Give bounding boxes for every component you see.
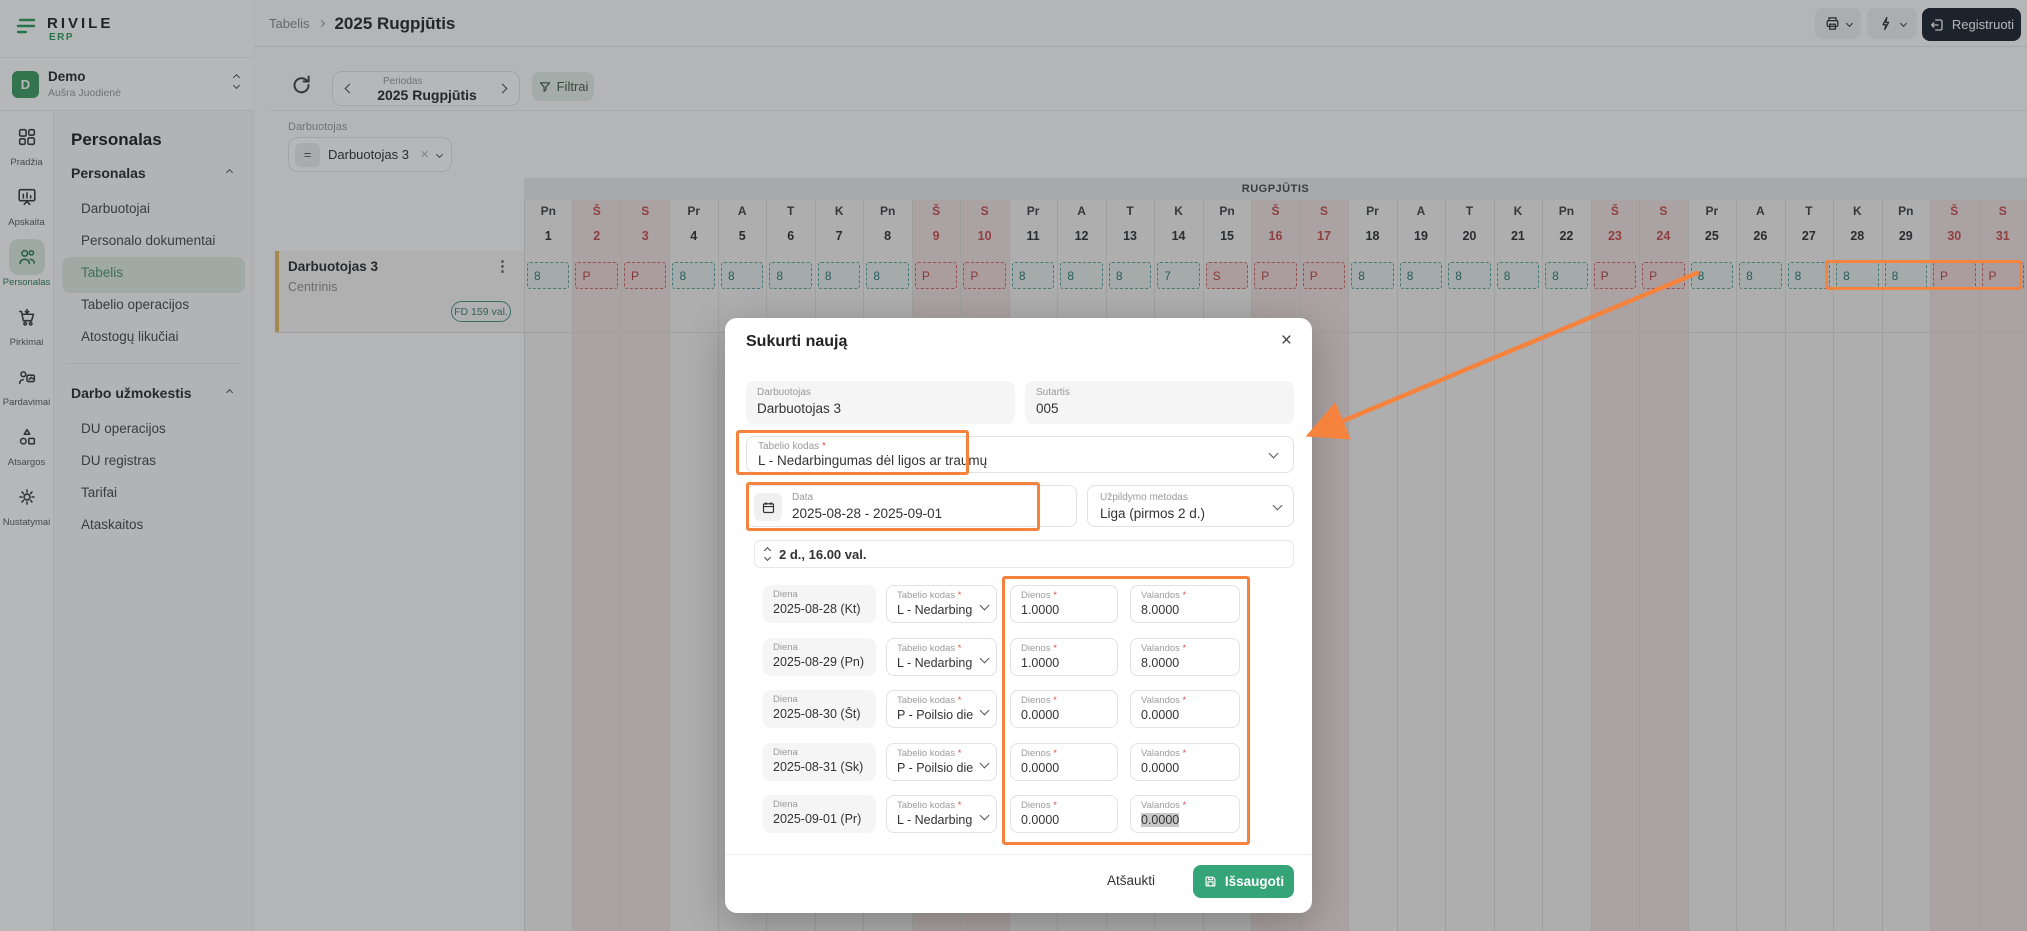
- close-icon[interactable]: ×: [1281, 330, 1292, 352]
- row3-valandos-field[interactable]: Valandos * 0.0000: [1130, 690, 1240, 728]
- field-value: L - Nedarbing: [897, 813, 972, 827]
- field-label: Diena: [773, 799, 798, 810]
- date-field-label: Data: [792, 492, 813, 503]
- field-value: 2025-08-31 (Sk): [773, 760, 863, 774]
- field-label: Dienos *: [1021, 643, 1057, 654]
- row4-kodas-field[interactable]: Tabelio kodas * P - Poilsio die: [886, 743, 997, 781]
- save-button[interactable]: Išsaugoti: [1193, 865, 1294, 898]
- field-label: Valandos *: [1141, 590, 1186, 601]
- field-label: Tabelio kodas *: [897, 748, 961, 759]
- save-label: Išsaugoti: [1225, 874, 1284, 889]
- field-label: Dienos *: [1021, 748, 1057, 759]
- contract-field-label: Sutartis: [1036, 387, 1070, 398]
- row2-diena-field: Diena 2025-08-29 (Pn): [763, 638, 876, 676]
- field-value: 8.0000: [1141, 656, 1179, 670]
- divider: [725, 854, 1312, 855]
- code-dropdown-icon[interactable]: [1269, 449, 1279, 459]
- row2-kodas-field[interactable]: Tabelio kodas * L - Nedarbing: [886, 638, 997, 676]
- employee-field-value: Darbuotojas 3: [757, 401, 841, 416]
- field-label: Dienos *: [1021, 695, 1057, 706]
- field-value: 0.0000: [1141, 708, 1179, 722]
- field-label: Dienos *: [1021, 800, 1057, 811]
- calendar-icon[interactable]: [754, 493, 782, 521]
- contract-field: Sutartis 005: [1025, 381, 1294, 424]
- row2-dienos-field[interactable]: Dienos * 1.0000: [1010, 638, 1118, 676]
- summary-bar: 2 d., 16.00 val.: [754, 540, 1294, 568]
- row3-diena-field: Diena 2025-08-30 (Št): [763, 690, 876, 728]
- date-field-value: 2025-08-28 - 2025-09-01: [792, 506, 942, 521]
- field-label: Tabelio kodas *: [897, 643, 961, 654]
- row4-dienos-field[interactable]: Dienos * 0.0000: [1010, 743, 1118, 781]
- app-root: RIVILE ERP D Demo Aušra Juodienė Pradžia…: [0, 0, 2027, 931]
- row3-dienos-field[interactable]: Dienos * 0.0000: [1010, 690, 1118, 728]
- row4-diena-field: Diena 2025-08-31 (Sk): [763, 743, 876, 781]
- field-value: 2025-08-29 (Pn): [773, 655, 864, 669]
- sort-icon[interactable]: [765, 548, 770, 560]
- field-value: 2025-09-01 (Pr): [773, 812, 861, 826]
- row5-dienos-field[interactable]: Dienos * 0.0000: [1010, 795, 1118, 833]
- field-value: L - Nedarbing: [897, 656, 972, 670]
- row1-dienos-field[interactable]: Dienos * 1.0000: [1010, 585, 1118, 623]
- save-icon: [1203, 874, 1218, 889]
- field-value: 1.0000: [1021, 603, 1059, 617]
- code-field-label: Tabelio kodas *: [758, 441, 826, 452]
- row-code-dropdown-icon[interactable]: [980, 706, 990, 716]
- field-label: Tabelio kodas *: [897, 800, 961, 811]
- row-code-dropdown-icon[interactable]: [980, 601, 990, 611]
- row3-kodas-field[interactable]: Tabelio kodas * P - Poilsio die: [886, 690, 997, 728]
- row1-diena-field: Diena 2025-08-28 (Kt): [763, 585, 876, 623]
- timesheet-code-select[interactable]: Tabelio kodas * L - Nedarbingumas dėl li…: [746, 436, 1294, 473]
- field-value: L - Nedarbing: [897, 603, 972, 617]
- field-value: 2025-08-30 (Št): [773, 707, 861, 721]
- field-label: Diena: [773, 642, 798, 653]
- field-value: P - Poilsio die: [897, 761, 973, 775]
- field-value: 0.0000: [1021, 813, 1059, 827]
- cancel-button[interactable]: Atšaukti: [1095, 865, 1167, 896]
- row-code-dropdown-icon[interactable]: [980, 811, 990, 821]
- row5-diena-field: Diena 2025-09-01 (Pr): [763, 795, 876, 833]
- field-value: P - Poilsio die: [897, 708, 973, 722]
- field-label: Valandos *: [1141, 643, 1186, 654]
- employee-field-label: Darbuotojas: [757, 387, 811, 398]
- row4-valandos-field[interactable]: Valandos * 0.0000: [1130, 743, 1240, 781]
- contract-field-value: 005: [1036, 401, 1059, 416]
- row1-valandos-field[interactable]: Valandos * 8.0000: [1130, 585, 1240, 623]
- employee-field: Darbuotojas Darbuotojas 3: [746, 381, 1015, 424]
- row5-kodas-field[interactable]: Tabelio kodas * L - Nedarbing: [886, 795, 997, 833]
- field-label: Dienos *: [1021, 590, 1057, 601]
- field-value: 0.0000: [1021, 761, 1059, 775]
- field-value: 0.0000: [1021, 708, 1059, 722]
- field-label: Valandos *: [1141, 800, 1186, 811]
- code-field-value: L - Nedarbingumas dėl ligos ar traumų: [758, 453, 987, 468]
- field-value: 1.0000: [1021, 656, 1059, 670]
- method-field-value: Liga (pirmos 2 d.): [1100, 506, 1205, 521]
- fill-method-select[interactable]: Užpildymo metodas Liga (pirmos 2 d.): [1087, 485, 1294, 527]
- field-value: 8.0000: [1141, 603, 1179, 617]
- field-value: 0.0000: [1141, 813, 1179, 827]
- row1-kodas-field[interactable]: Tabelio kodas * L - Nedarbing: [886, 585, 997, 623]
- modal-title: Sukurti naują: [746, 333, 847, 351]
- row-code-dropdown-icon[interactable]: [980, 653, 990, 663]
- field-value: 0.0000: [1141, 761, 1179, 775]
- field-value: 2025-08-28 (Kt): [773, 602, 861, 616]
- row2-valandos-field[interactable]: Valandos * 8.0000: [1130, 638, 1240, 676]
- method-dropdown-icon[interactable]: [1273, 501, 1283, 511]
- field-label: Tabelio kodas *: [897, 590, 961, 601]
- create-new-modal: Sukurti naują × Darbuotojas Darbuotojas …: [725, 318, 1312, 913]
- method-field-label: Užpildymo metodas: [1100, 492, 1188, 503]
- summary-text: 2 d., 16.00 val.: [779, 547, 866, 562]
- field-label: Diena: [773, 694, 798, 705]
- row-code-dropdown-icon[interactable]: [980, 758, 990, 768]
- field-label: Tabelio kodas *: [897, 695, 961, 706]
- field-label: Diena: [773, 747, 798, 758]
- field-label: Valandos *: [1141, 695, 1186, 706]
- date-range-field[interactable]: Data 2025-08-28 - 2025-09-01: [746, 485, 1077, 527]
- field-label: Valandos *: [1141, 748, 1186, 759]
- row5-valandos-field[interactable]: Valandos * 0.0000: [1130, 795, 1240, 833]
- field-label: Diena: [773, 589, 798, 600]
